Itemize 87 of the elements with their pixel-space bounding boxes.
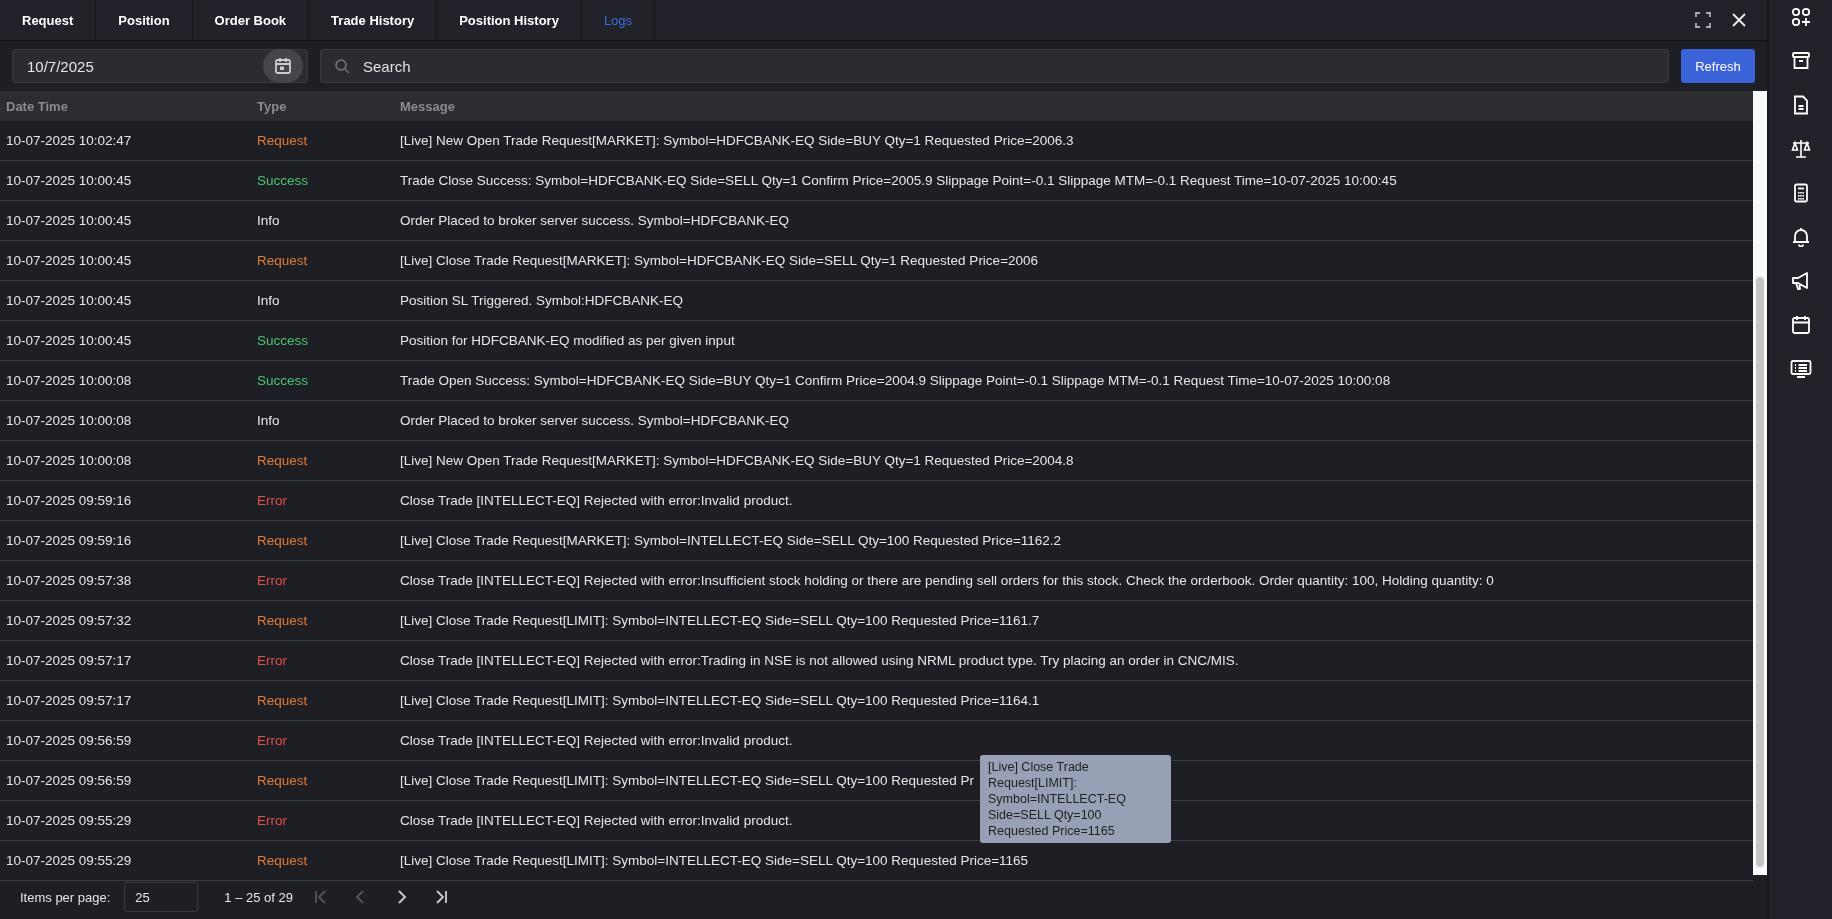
table-cell-text: Request (257, 533, 309, 548)
table-cell-text: Request (257, 253, 309, 268)
table-cell: Order Placed to broker server success. Symbol=HDFCBANK-EQ (400, 213, 789, 228)
table-cell: Trade Open Success: Symbol=HDFCBANK-EQ Side=BUY Qty=1 Confirm Price=2004.9 Slippage Point=-0.1 Slippage MTM=-0.1 Request Time=10-07-2025 10:00:08 (400, 373, 1391, 388)
table-cell-text: 10-07-2025 09:57:17 (5, 653, 133, 668)
table-cell-text: 10-07-2025 10:00:08 (5, 413, 133, 428)
table-cell: [Live] Close Trade Request[LIMIT]: Symbol=INTELLECT-EQ Side=SELL Qty=100 Requested Price=1165 (400, 853, 1029, 868)
table-cell: Position SL Triggered. Symbol:HDFCBANK-EQ (400, 293, 684, 308)
bell-icon[interactable] (1790, 227, 1811, 247)
table-cell-text: 10-07-2025 09:59:16 (5, 533, 133, 548)
column-header: Message (400, 98, 455, 114)
table-cell-text: Error (257, 813, 288, 828)
scales-icon[interactable] (1790, 139, 1811, 159)
table-cell: [Live] Close Trade Request[LIMIT]: Symbol=INTELLECT-EQ Side=SELL Qty=100 Requested Price=1161.7 (400, 613, 1040, 628)
tab[interactable]: Order Book (192, 0, 310, 40)
table-cell: Order Placed to broker server success. Symbol=HDFCBANK-EQ (400, 413, 789, 428)
table-cell-text: Request (257, 853, 309, 868)
column-header: Type (257, 98, 288, 114)
table-cell-text: 10-07-2025 10:00:45 (5, 293, 133, 308)
table-cell-text: 10-07-2025 09:59:16 (5, 493, 133, 508)
scrollbar[interactable] (1753, 91, 1767, 875)
table-cell-text: Info (257, 413, 281, 428)
column-header: Date Time (5, 98, 69, 114)
tab[interactable]: Position (96, 0, 193, 40)
calendar-icon (274, 57, 292, 75)
table-cell-text: 10-07-2025 09:56:59 (5, 773, 133, 788)
search-icon (334, 58, 350, 74)
table-cell-text: Info (257, 213, 281, 228)
table-cell-text: 10-07-2025 10:00:45 (5, 173, 133, 188)
megaphone-icon[interactable] (1790, 271, 1811, 291)
table-cell-text: 10-07-2025 10:00:45 (5, 333, 133, 348)
table-cell-text: 10-07-2025 10:00:08 (5, 453, 133, 468)
table-cell-text: 10-07-2025 09:56:59 (5, 733, 133, 748)
last-page-icon[interactable] (433, 889, 449, 905)
table-cell: [Live] Close Trade Request[MARKET]: Symbol=HDFCBANK-EQ Side=SELL Qty=1 Requested Price=2006 (400, 253, 1039, 268)
table-cell: Close Trade [INTELLECT-EQ] Rejected with error:Insufficient stock holding or there are pending sell orders for this stock. Check the orderbook. Order quantity: 100, Holding quantity: 0 (400, 573, 1494, 588)
table-cell: Trade Close Success: Symbol=HDFCBANK-EQ Side=SELL Qty=1 Confirm Price=2005.9 Slippage Point=-0.1 Slippage MTM=-0.1 Request Time=10-07-2025 10:00:45 (400, 173, 1397, 188)
archive-icon[interactable] (1790, 51, 1811, 71)
table-cell: Close Trade [INTELLECT-EQ] Rejected with error:Invalid product. (400, 813, 793, 828)
list-icon[interactable] (1789, 359, 1812, 379)
tab[interactable]: Position History (437, 0, 582, 40)
page-range: 1 – 25 of 29 (224, 889, 293, 905)
table-cell-text: 10-07-2025 10:00:08 (5, 373, 133, 388)
fullscreen-icon[interactable] (1695, 12, 1711, 28)
table-cell-text: Request (257, 773, 309, 788)
search-field[interactable]: Search (320, 49, 1669, 83)
table-cell-text: Request (257, 613, 309, 628)
table-cell-text: 10-07-2025 10:00:45 (5, 213, 133, 228)
date-field[interactable]: 10/7/2025 (12, 49, 308, 83)
table-cell-text: 10-07-2025 10:02:47 (5, 133, 133, 148)
table-cell: [Live] Close Trade Request[MARKET]: Symbol=INTELLECT-EQ Side=SELL Qty=100 Requested Price=1162.2 (400, 533, 1062, 548)
table-cell-text: Error (257, 653, 288, 668)
table-cell: [Live] New Open Trade Request[MARKET]: Symbol=HDFCBANK-EQ Side=BUY Qty=1 Requested Price=2004.8 (400, 453, 1074, 468)
calendar-icon[interactable] (1790, 315, 1811, 335)
page-size-select[interactable]: 25 (124, 882, 199, 912)
table-cell: Close Trade [INTELLECT-EQ] Rejected with error:Invalid product. (400, 493, 793, 508)
calendar-button[interactable] (263, 49, 303, 83)
table-cell: [Live] New Open Trade Request[MARKET]: Symbol=HDFCBANK-EQ Side=BUY Qty=1 Requested Price=2006.3 (400, 133, 1074, 148)
table-cell-text: 10-07-2025 09:55:29 (5, 853, 133, 868)
table-cell-text: Request (257, 133, 309, 148)
table-cell-text: Error (257, 493, 288, 508)
table-cell-text: 10-07-2025 09:57:17 (5, 693, 133, 708)
tooltip: [Live] Close Trade Request[LIMIT]: Symbol=INTELLECT-EQ Side=SELL Qty=100 Requested Price=1165 (980, 755, 1171, 843)
table-cell-text: Success (257, 373, 310, 388)
table-cell: Close Trade [INTELLECT-EQ] Rejected with error:Trading in NSE is not allowed using NRML product type. Try placing an order in CNC/MIS. (400, 653, 1239, 668)
table-cell-text: 10-07-2025 09:57:38 (5, 573, 133, 588)
refresh-button[interactable]: Refresh (1681, 49, 1755, 83)
items-per-page-label: Items per page: (20, 889, 111, 905)
table-cell-text: Error (257, 733, 288, 748)
table-cell-text: Success (257, 173, 310, 188)
tab[interactable]: Request (0, 0, 97, 40)
table-cell-text: 10-07-2025 10:00:45 (5, 253, 133, 268)
tab[interactable]: Trade History (309, 0, 438, 40)
table-cell-text: Info (257, 293, 281, 308)
table-cell-text: 10-07-2025 09:55:29 (5, 813, 133, 828)
table-cell-text: Success (257, 333, 310, 348)
table-cell-text: Error (257, 573, 288, 588)
close-icon[interactable] (1731, 12, 1747, 28)
table-cell: Position for HDFCBANK-EQ modified as per given input (400, 333, 735, 348)
table-cell: Close Trade [INTELLECT-EQ] Rejected with error:Invalid product. (400, 733, 793, 748)
table-cell: [Live] Close Trade Request[LIMIT]: Symbol=INTELLECT-EQ Side=SELL Qty=100 Requested Price=1164.1 (400, 693, 1040, 708)
scrollbar-thumb[interactable] (1756, 277, 1764, 867)
table-cell-text: Request (257, 453, 309, 468)
table-cell-text: 10-07-2025 09:57:32 (5, 613, 133, 628)
table-cell: [Live] Close Trade Request[LIMIT]: Symbol=INTELLECT-EQ Side=SELL Qty=100 Requested Pr (400, 773, 974, 788)
table-cell-text: Request (257, 693, 309, 708)
add-widget-icon[interactable] (1790, 7, 1811, 27)
